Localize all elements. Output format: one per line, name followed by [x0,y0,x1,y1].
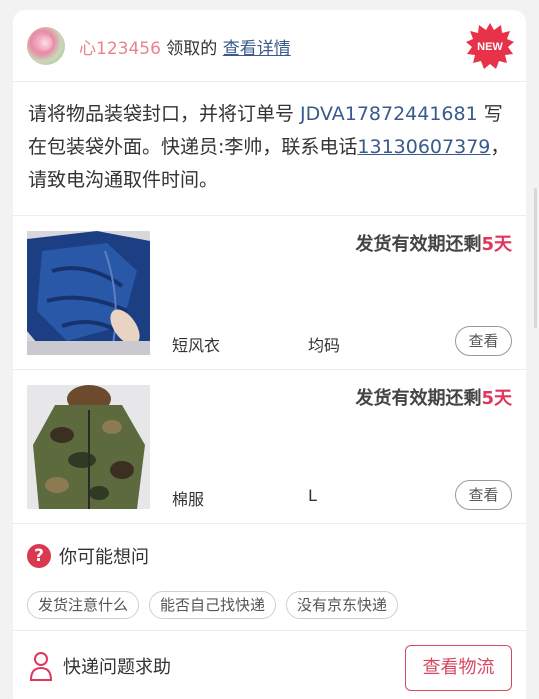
blue-fleece-coat-photo[interactable] [27,231,150,355]
username: 心123456 [79,39,161,59]
notice-text-1: 请将物品装袋封口，并将订单号 [28,103,301,125]
item-name: 棉服 [172,490,205,509]
deadline-prefix: 发货有效期还剩 [355,234,482,255]
new-badge-icon: NEW [466,22,514,70]
header-line: 心123456 领取的 查看详情 [79,34,291,59]
faq-chip-shipping-notes[interactable]: 发货注意什么 [27,591,140,619]
deadline-days: 5天 [481,234,512,255]
claimed-text: 领取的 [160,39,223,59]
view-logistics-button[interactable]: 查看物流 [405,645,512,691]
scrollbar[interactable] [534,188,537,328]
view-item-button[interactable]: 查看 [455,326,512,356]
item-name: 短风衣 [172,336,221,355]
order-number: JDVA17872441681 [300,103,478,125]
help-row: 快递问题求助 查看物流 [13,631,526,699]
faq-chip-own-courier[interactable]: 能否自己找快递 [149,591,277,619]
faq-chips: 发货注意什么 能否自己找快递 没有京东快递 [27,591,399,619]
avatar[interactable] [27,27,65,65]
badge-label: NEW [477,41,503,53]
item-size: L [308,486,317,505]
courier-help-label[interactable]: 快递问题求助 [63,653,171,679]
card-header: 心123456 领取的 查看详情 NEW [13,10,526,82]
deadline-days: 5天 [481,388,512,409]
pickup-notice: 请将物品装袋封口，并将订单号 JDVA17872441681 写在包装袋外面。快… [13,82,526,216]
question-icon: ? [27,544,51,568]
list-item: 发货有效期还剩5天 棉服 L 查看 [13,370,526,524]
pickup-card: 心123456 领取的 查看详情 NEW 请将物品装袋封口，并将订单号 JDVA… [13,10,526,699]
item-size: 均码 [308,336,341,355]
faq-section: ? 你可能想问 发货注意什么 能否自己找快递 没有京东快递 [13,524,526,631]
deadline-prefix: 发货有效期还剩 [355,388,482,409]
camo-jacket-photo[interactable] [27,385,150,509]
view-item-button[interactable]: 查看 [455,480,512,510]
courier-phone-link[interactable]: 13130607379 [357,136,490,158]
faq-title: 你可能想问 [59,547,149,568]
view-details-link[interactable]: 查看详情 [223,39,291,59]
faq-title-row: ? 你可能想问 [27,543,149,569]
ship-deadline: 发货有效期还剩5天 [355,230,512,256]
ship-deadline: 发货有效期还剩5天 [355,384,512,410]
list-item: 发货有效期还剩5天 短风衣 均码 查看 [13,216,526,370]
faq-chip-no-jd-express[interactable]: 没有京东快递 [286,591,399,619]
person-icon [29,652,53,681]
